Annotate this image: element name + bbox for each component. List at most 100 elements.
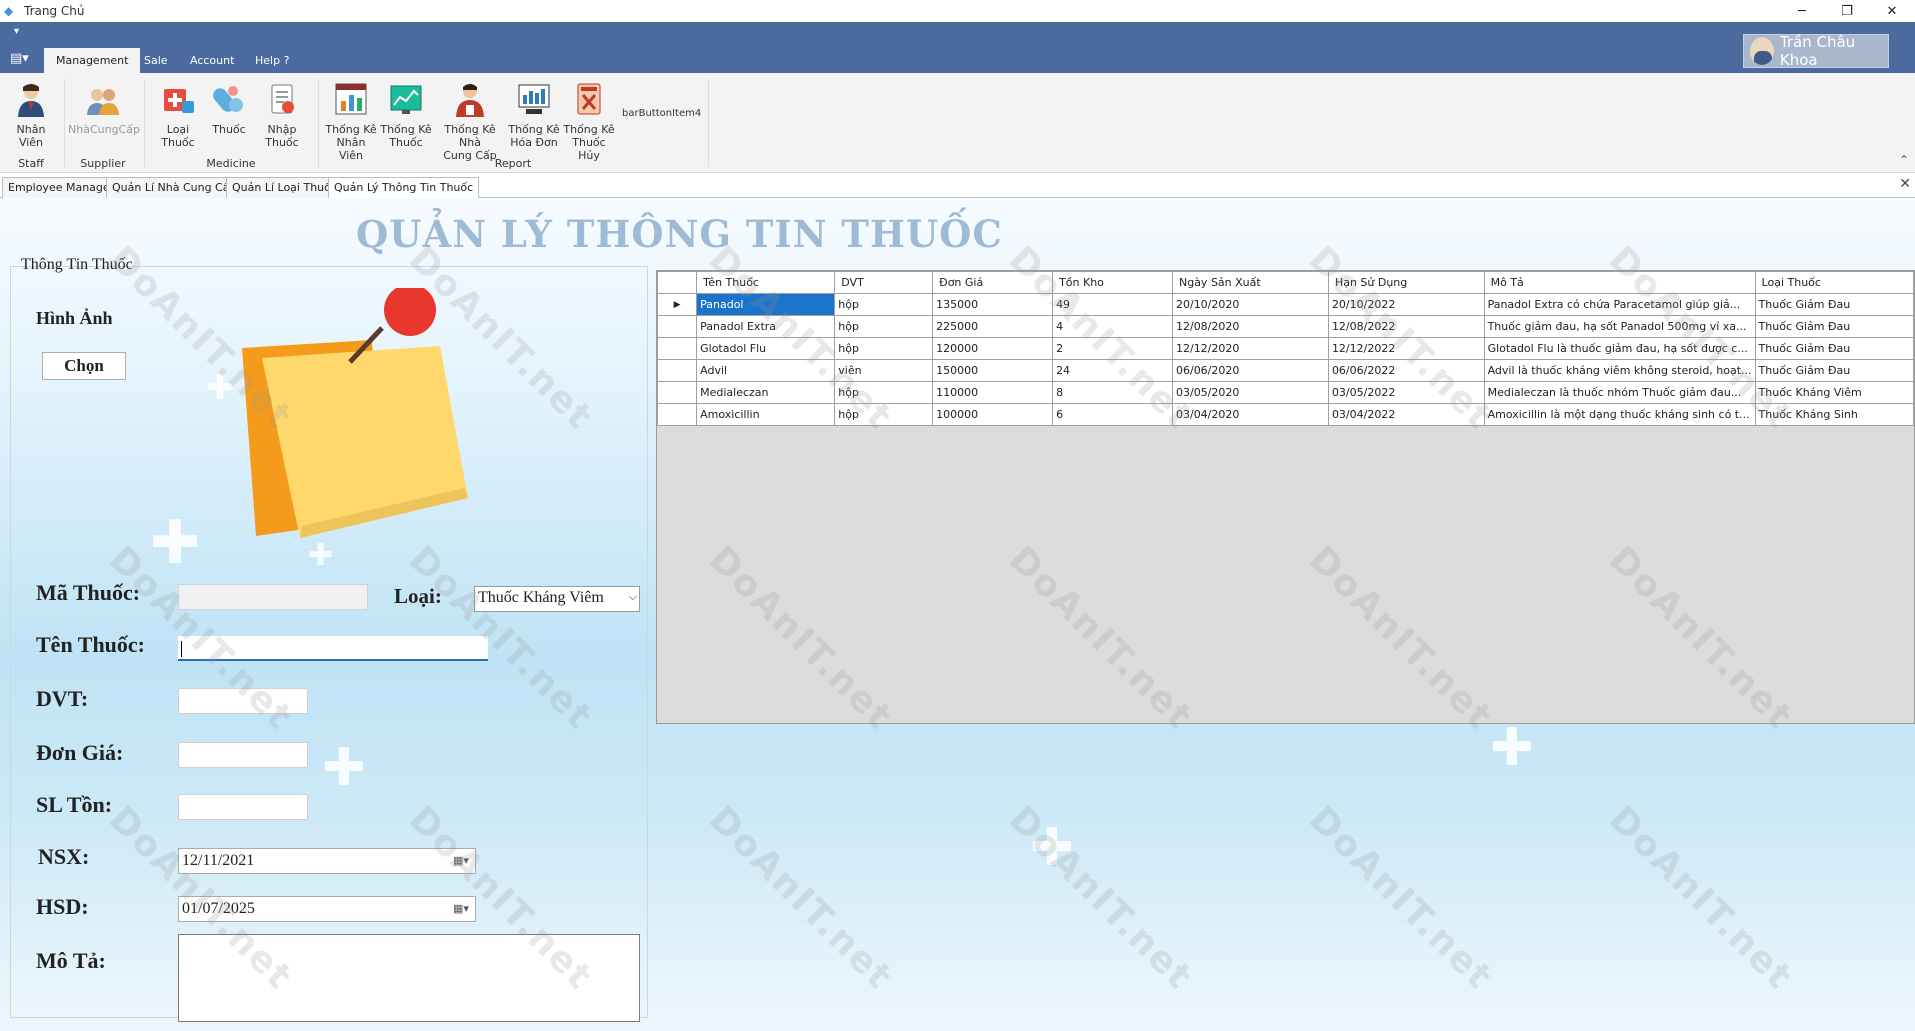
row-header[interactable] <box>657 315 698 338</box>
table-cell[interactable]: Medialeczan là thuốc nhóm Thuốc giảm đau… <box>1483 381 1756 404</box>
ribbon-button-thong-ke-nhan-vien[interactable]: Thống Kê Nhân Viên <box>324 81 378 162</box>
table-cell[interactable]: Glotadol Flu là thuốc giảm đau, hạ sốt đ… <box>1483 337 1756 360</box>
don-gia-field[interactable] <box>178 742 308 768</box>
table-cell[interactable]: Panadol Extra có chứa Paracetamol giúp g… <box>1483 293 1756 316</box>
table-row[interactable]: ▶ Panadol hộp 135000 49 20/10/2020 20/10/2022 P… <box>657 293 1914 316</box>
table-row[interactable]: Amoxicillin hộp 100000 6 03/04/2020 03/04/202… <box>657 403 1914 426</box>
column-header-ten-thuoc[interactable]: Tên Thuốc <box>696 271 836 294</box>
mo-ta-textarea[interactable] <box>178 934 640 1022</box>
row-header[interactable] <box>657 381 698 404</box>
row-header[interactable] <box>657 403 698 426</box>
table-cell[interactable]: Thuốc Giảm Đau <box>1754 337 1914 360</box>
table-cell[interactable]: 4 <box>1052 315 1173 338</box>
minimize-button[interactable]: ─ <box>1781 0 1823 22</box>
table-cell[interactable]: Thuốc Kháng Viêm <box>1754 381 1914 404</box>
table-cell[interactable]: 03/05/2022 <box>1327 381 1485 404</box>
table-cell[interactable]: 06/06/2020 <box>1171 359 1329 382</box>
table-row[interactable]: Panadol Extra hộp 225000 4 12/08/2020 12/08/2… <box>657 315 1914 338</box>
ribbon-button-thong-ke-thuoc-huy[interactable]: Thống Kê Thuốc Hủy <box>562 81 616 162</box>
table-cell[interactable]: hộp <box>834 381 934 404</box>
table-cell[interactable]: Panadol Extra <box>696 315 836 338</box>
tab-quan-ly-thong-tin-thuoc[interactable]: Quản Lý Thông Tin Thuốc <box>328 177 480 199</box>
table-cell[interactable]: Thuốc Giảm Đau <box>1754 359 1914 382</box>
table-cell[interactable]: 2 <box>1052 337 1173 360</box>
table-cell[interactable]: 12/12/2022 <box>1327 337 1485 360</box>
calendar-dropdown-icon[interactable]: ▦▾ <box>453 854 469 868</box>
table-cell[interactable]: Panadol <box>696 293 836 316</box>
table-cell[interactable]: Glotadol Flu <box>696 337 836 360</box>
table-cell[interactable]: 225000 <box>932 315 1054 338</box>
table-cell[interactable]: 12/12/2020 <box>1171 337 1329 360</box>
row-header[interactable] <box>657 337 698 360</box>
ribbon-button-nha-cung-cap[interactable]: NhàCungCấp <box>68 81 140 136</box>
table-cell[interactable]: 20/10/2020 <box>1171 293 1329 316</box>
table-cell[interactable]: hộp <box>834 315 934 338</box>
column-header-don-gia[interactable]: Đơn Giá <box>932 271 1054 294</box>
table-cell[interactable]: 03/04/2022 <box>1327 403 1485 426</box>
table-cell[interactable]: viên <box>834 359 934 382</box>
tab-employee-manager[interactable]: Employee Manager <box>2 177 121 198</box>
tab-quan-li-nha-cung-cap[interactable]: Quản Lí Nhà Cung Cấp <box>106 177 243 198</box>
table-cell[interactable]: Amoxicillin <box>696 403 836 426</box>
user-account-button[interactable]: Trần Châu Khoa <box>1743 33 1889 69</box>
choose-image-button[interactable]: Chọn <box>42 352 126 380</box>
table-cell[interactable]: 120000 <box>932 337 1054 360</box>
ribbon-button-thuoc[interactable]: Thuốc <box>210 81 248 136</box>
table-cell[interactable]: 100000 <box>932 403 1054 426</box>
calendar-dropdown-icon[interactable]: ▦▾ <box>453 902 469 916</box>
table-cell[interactable]: Advil <box>696 359 836 382</box>
tab-quan-li-loai-thuoc[interactable]: Quản Lí Loại Thuốc <box>226 177 343 198</box>
table-cell[interactable]: hộp <box>834 337 934 360</box>
column-header-mo-ta[interactable]: Mô Tả <box>1483 271 1756 294</box>
close-window-button[interactable]: ✕ <box>1871 0 1913 22</box>
column-header-dvt[interactable]: DVT <box>834 271 934 294</box>
restore-button[interactable]: ❐ <box>1826 0 1868 22</box>
table-cell[interactable]: 135000 <box>932 293 1054 316</box>
column-header-ton-kho[interactable]: Tồn Kho <box>1052 271 1173 294</box>
table-cell[interactable]: Thuốc Giảm Đau <box>1754 293 1914 316</box>
loai-thuoc-select[interactable]: Thuốc Kháng Viêm ⌵ <box>474 586 640 612</box>
ribbon-collapse-icon[interactable]: ⌃ <box>1899 153 1909 167</box>
table-row[interactable]: Glotadol Flu hộp 120000 2 12/12/2020 12/12/20… <box>657 337 1914 360</box>
table-cell[interactable]: 49 <box>1052 293 1173 316</box>
table-cell[interactable]: 12/08/2020 <box>1171 315 1329 338</box>
table-row[interactable]: Medialeczan hộp 110000 8 03/05/2020 03/05/202… <box>657 381 1914 404</box>
table-cell[interactable]: Advil là thuốc kháng viêm không steroid,… <box>1483 359 1756 382</box>
ribbon-button-nhap-thuoc[interactable]: Nhập Thuốc <box>252 81 312 149</box>
table-cell[interactable]: Thuốc Giảm Đau <box>1754 315 1914 338</box>
tab-sale[interactable]: Sale <box>132 48 180 73</box>
column-header-loai-thuoc[interactable]: Loại Thuốc <box>1754 271 1914 294</box>
table-cell[interactable]: Amoxicillin là một dạng thuốc kháng sinh… <box>1483 403 1756 426</box>
column-header-ngay-san-xuat[interactable]: Ngày Sản Xuất <box>1171 271 1329 294</box>
table-cell[interactable]: 8 <box>1052 381 1173 404</box>
ribbon-button-thong-ke-hoa-don[interactable]: Thống Kê Hóa Đơn <box>508 81 560 149</box>
current-row-arrow-icon[interactable]: ▶ <box>657 293 698 316</box>
ribbon-button-bar-item-4[interactable]: barButtonItem4 <box>622 107 702 120</box>
table-cell[interactable]: 150000 <box>932 359 1054 382</box>
table-cell[interactable]: 110000 <box>932 381 1054 404</box>
quick-access-dropdown[interactable]: ▾ <box>14 26 19 37</box>
table-cell[interactable]: 03/05/2020 <box>1171 381 1329 404</box>
table-cell[interactable]: hộp <box>834 293 934 316</box>
row-header[interactable] <box>657 359 698 382</box>
sl-ton-field[interactable] <box>178 794 308 820</box>
column-header-han-su-dung[interactable]: Hạn Sử Dụng <box>1327 271 1485 294</box>
table-cell[interactable]: 24 <box>1052 359 1173 382</box>
ma-thuoc-field[interactable] <box>178 584 368 610</box>
ribbon-button-thong-ke-nha-cung-cap[interactable]: Thống Kê Nhà Cung Cấp <box>436 81 504 162</box>
app-menu-button[interactable]: ▤▾ <box>10 50 34 68</box>
table-cell[interactable]: 6 <box>1052 403 1173 426</box>
ribbon-button-thong-ke-thuoc[interactable]: Thống Kê Thuốc <box>380 81 432 149</box>
table-cell[interactable]: Thuốc giảm đau, hạ sốt Panadol 500mg vỉ … <box>1483 315 1756 338</box>
tab-help[interactable]: Help ? <box>243 48 301 73</box>
ribbon-button-nhan-vien[interactable]: Nhân Viên <box>4 81 58 149</box>
table-cell[interactable]: 20/10/2022 <box>1327 293 1485 316</box>
nsx-date-picker[interactable]: 12/11/2021 ▦▾ <box>178 848 476 874</box>
dvt-field[interactable] <box>178 688 308 714</box>
table-cell[interactable]: Thuốc Kháng Sinh <box>1754 403 1914 426</box>
table-cell[interactable]: 06/06/2022 <box>1327 359 1485 382</box>
close-document-icon[interactable]: ✕ <box>1899 176 1911 192</box>
ribbon-button-loai-thuoc[interactable]: Loại Thuốc <box>150 81 206 149</box>
table-cell[interactable]: 03/04/2020 <box>1171 403 1329 426</box>
hsd-date-picker[interactable]: 01/07/2025 ▦▾ <box>178 896 476 922</box>
